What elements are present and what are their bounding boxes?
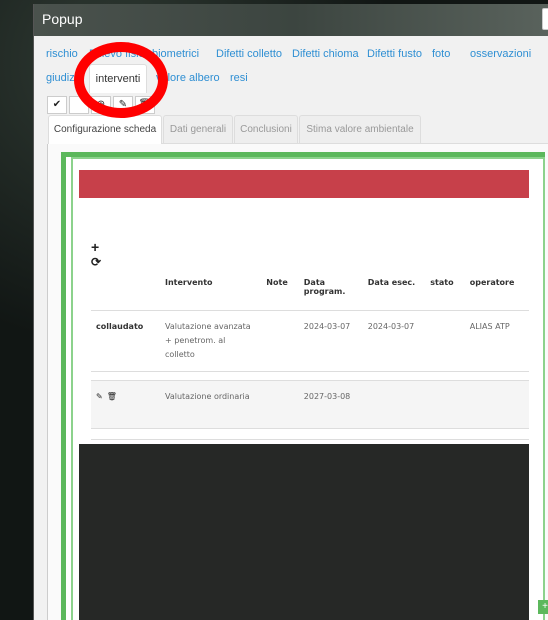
row-data-esec [362,380,426,429]
row-data-program: 2024-03-07 [298,310,363,372]
subtab-conclusioni[interactable]: Conclusioni [234,115,298,143]
pencil-icon[interactable]: ✎ [96,392,103,401]
popup-titlebar: Popup [34,4,548,36]
tab-resi[interactable]: resi [230,64,248,92]
popup-title: Popup [42,11,83,27]
content-frame: + ⟳ Intervento Note Data program. Data e… [47,144,548,620]
row-data-program: 2027-03-08 [298,380,363,429]
col-operatore: operatore [464,272,529,311]
subtab-dati-generali[interactable]: Dati generali [163,115,233,143]
header-band [79,170,529,198]
row-stato [425,310,465,372]
table-row[interactable]: collaudato Valutazione avanzata + penetr… [91,310,529,372]
row-intervento: Valutazione ordinaria [160,380,262,429]
row-operatore [464,380,529,429]
row-data-esec: 2024-03-07 [362,310,426,372]
row-operatore: ALIAS ATP [464,310,529,372]
green-frame-inner: + ⟳ Intervento Note Data program. Data e… [71,157,545,620]
row-note [261,310,299,372]
subtab-configurazione[interactable]: Configurazione scheda [48,115,162,144]
corner-action-button[interactable]: + [538,600,548,614]
row-intervento: Valutazione avanzata + penetrom. al coll… [160,310,262,372]
subtab-stima-valore[interactable]: Stima valore ambientale [299,115,421,143]
green-frame-outer: + ⟳ Intervento Note Data program. Data e… [61,152,545,620]
annotation-highlight-circle [74,42,168,118]
subtabs: Configurazione scheda Dati generali Conc… [48,115,548,144]
row-tail [91,428,529,440]
row-tag: collaudato [91,310,160,372]
refresh-icon[interactable]: ⟳ [91,255,101,269]
col-data-program: Data program. [298,272,363,311]
row-actions: ✎ 🗑 [91,380,160,429]
row-stato [425,380,465,429]
check-icon[interactable]: ✔ [47,96,67,114]
add-icon[interactable]: + [91,239,99,255]
row-spacer [91,371,529,381]
col-stato: stato [425,272,465,311]
close-button[interactable] [542,8,548,30]
row-note [261,380,299,429]
col-intervento: Intervento [160,272,262,311]
trash-icon[interactable]: 🗑 [107,392,117,401]
col-data-esec: Data esec. [362,272,426,311]
dark-content-area [79,444,529,620]
table-row[interactable]: ✎ 🗑 Valutazione ordinaria 2027-03-08 [91,380,529,429]
table-header-row: Intervento Note Data program. Data esec.… [91,272,529,311]
interventions-table: Intervento Note Data program. Data esec.… [91,272,529,440]
col-note: Note [261,272,299,311]
col-tag [91,272,160,311]
